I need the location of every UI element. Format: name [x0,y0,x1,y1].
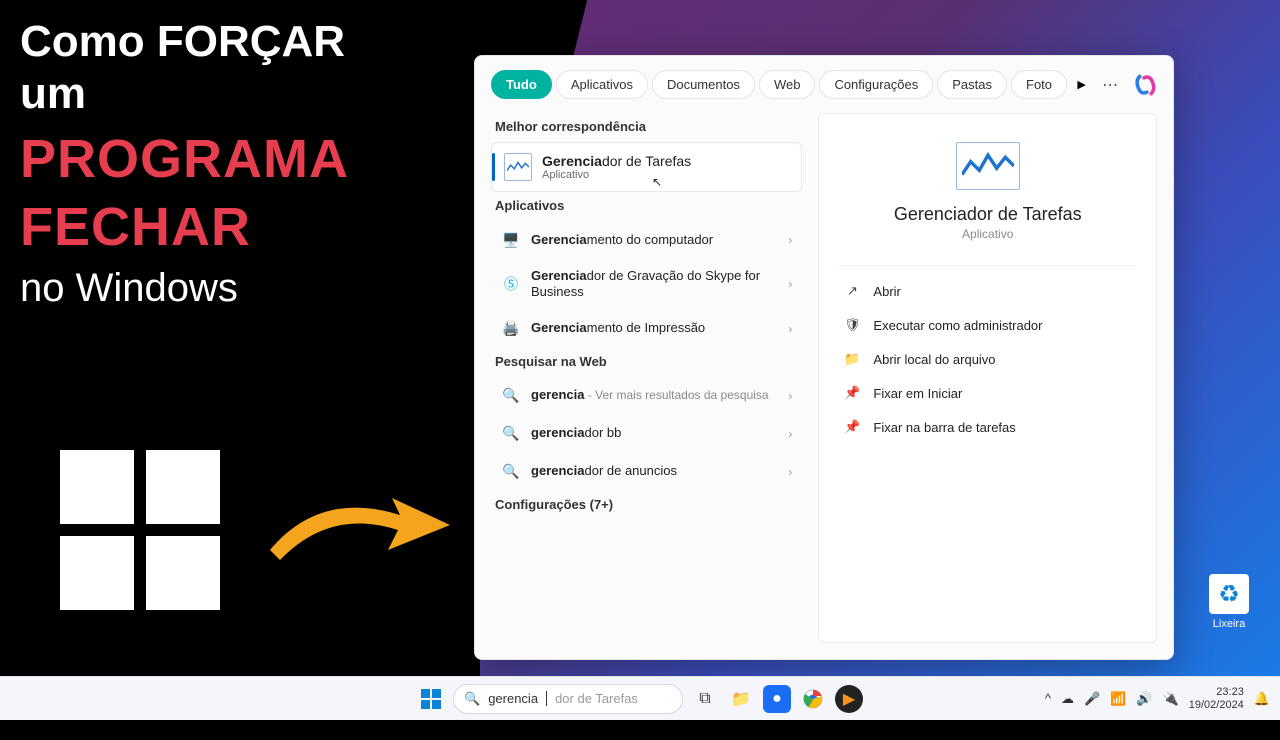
cursor-icon: ↖ [652,175,662,189]
pin-icon: 📌 [843,419,861,435]
task-manager-icon [504,153,532,181]
taskbar-clock[interactable]: 23:23 19/02/2024 [1189,686,1244,710]
tab-configuracoes[interactable]: Configurações [819,70,933,99]
tab-web[interactable]: Web [759,70,816,99]
settings-section-label: Configurações (7+) [495,497,802,512]
action-open-location[interactable]: 📁Abrir local do arquivo [839,342,1136,376]
shield-icon: 🛡 [843,317,861,333]
search-ghost-text: dor de Tarefas [555,691,638,706]
copilot-icon[interactable] [1134,72,1157,98]
preview-divider [839,265,1136,266]
preview-title: Gerenciador de Tarefas [839,204,1136,225]
system-tray: ^ ☁ 🎤 📶 🔊 🔌 23:23 19/02/2024 🔔 [1045,686,1270,710]
app-result-2[interactable]: 🖨️ Gerenciamento de Impressão › [491,310,802,348]
wifi-icon[interactable]: 📶 [1110,691,1126,707]
start-button[interactable] [417,685,445,713]
best-match-subtitle: Aplicativo [542,169,691,181]
notifications-icon[interactable]: 🔔 [1254,691,1270,707]
printer-icon: 🖨️ [501,319,521,339]
app-icon: 🖥️ [501,230,521,250]
onedrive-icon[interactable]: ☁ [1061,691,1074,707]
recycle-bin-label: Lixeira [1200,618,1258,630]
action-open[interactable]: ↗Abrir [839,274,1136,308]
tab-aplicativos[interactable]: Aplicativos [556,70,648,99]
folder-icon: 📁 [843,351,861,367]
tab-documentos[interactable]: Documentos [652,70,755,99]
web-section-label: Pesquisar na Web [495,354,802,369]
volume-icon[interactable]: 🔊 [1136,691,1152,707]
tabs-scroll-right-icon[interactable]: ▶ [1071,73,1092,97]
preview-pane: Gerenciador de Tarefas Aplicativo ↗Abrir… [818,113,1157,643]
task-view-icon[interactable]: ⧉ [691,685,719,713]
search-results-column: Melhor correspondência Gerenciador de Ta… [491,113,802,643]
arrow-icon [260,480,460,570]
search-typed-text: gerencia [488,691,538,706]
tab-pastas[interactable]: Pastas [937,70,1007,99]
chevron-right-icon: › [788,389,792,403]
search-icon: 🔍 [501,462,521,482]
action-run-admin[interactable]: 🛡Executar como administrador [839,308,1136,342]
search-icon: 🔍 [501,424,521,444]
best-match-label: Melhor correspondência [495,119,802,134]
action-pin-taskbar[interactable]: 📌Fixar na barra de tarefas [839,410,1136,444]
best-match-title: Gerenciador de Tarefas [542,153,691,169]
taskbar-center: 🔍 gerencia dor de Tarefas ⧉ 📁 ● ▶ [417,684,863,714]
tab-tudo[interactable]: Tudo [491,70,552,99]
chevron-right-icon: › [788,277,792,291]
app-result-0[interactable]: 🖥️ Gerenciamento do computador › [491,221,802,259]
search-icon: 🔍 [501,386,521,406]
chevron-right-icon: › [788,322,792,336]
chevron-right-icon: › [788,233,792,247]
explorer-icon[interactable]: 📁 [727,685,755,713]
chevron-right-icon: › [788,465,792,479]
open-icon: ↗ [843,283,861,299]
start-search-popup: Tudo Aplicativos Documentos Web Configur… [474,55,1174,660]
recycle-bin[interactable]: ♻ Lixeira [1200,574,1258,630]
media-player-icon[interactable]: ▶ [835,685,863,713]
chrome-icon[interactable] [799,685,827,713]
thumb-line3: PROGRAMA [20,131,460,188]
thumb-line4: FECHAR [20,199,460,256]
search-icon: 🔍 [464,691,480,707]
chevron-right-icon: › [788,427,792,441]
preview-app-icon [956,142,1020,190]
tab-fotos[interactable]: Foto [1011,70,1067,99]
camera-app-icon[interactable]: ● [763,685,791,713]
web-result-2[interactable]: 🔍 gerenciador de anuncios › [491,453,802,491]
best-match-item[interactable]: Gerenciador de Tarefas Aplicativo ↖ [491,142,802,192]
pin-icon: 📌 [843,385,861,401]
tabs-more-icon[interactable]: ⋯ [1096,75,1124,95]
taskbar-search[interactable]: 🔍 gerencia dor de Tarefas [453,684,683,714]
search-filter-tabs: Tudo Aplicativos Documentos Web Configur… [475,56,1173,113]
preview-subtitle: Aplicativo [839,227,1136,241]
thumbnail-text-panel: Como FORÇAR um PROGRAMA FECHAR no Window… [0,0,480,720]
windows-logo-icon [60,450,220,610]
battery-icon[interactable]: 🔌 [1163,691,1179,707]
web-result-1[interactable]: 🔍 gerenciador bb › [491,415,802,453]
recycle-bin-icon: ♻ [1209,574,1249,614]
thumb-line5: no Windows [20,266,460,311]
taskbar: 🔍 gerencia dor de Tarefas ⧉ 📁 ● ▶ ^ ☁ 🎤 📶… [0,676,1280,720]
apps-section-label: Aplicativos [495,198,802,213]
thumb-line2: um [20,70,460,118]
thumb-line1: Como FORÇAR [20,18,460,66]
microphone-icon[interactable]: 🎤 [1084,691,1100,707]
skype-icon: Ⓢ [501,274,521,294]
web-result-0[interactable]: 🔍 gerencia - Ver mais resultados da pesq… [491,377,802,415]
app-result-1[interactable]: Ⓢ Gerenciador de Gravação do Skype for B… [491,259,802,310]
tray-chevron-icon[interactable]: ^ [1045,691,1051,706]
action-pin-start[interactable]: 📌Fixar em Iniciar [839,376,1136,410]
